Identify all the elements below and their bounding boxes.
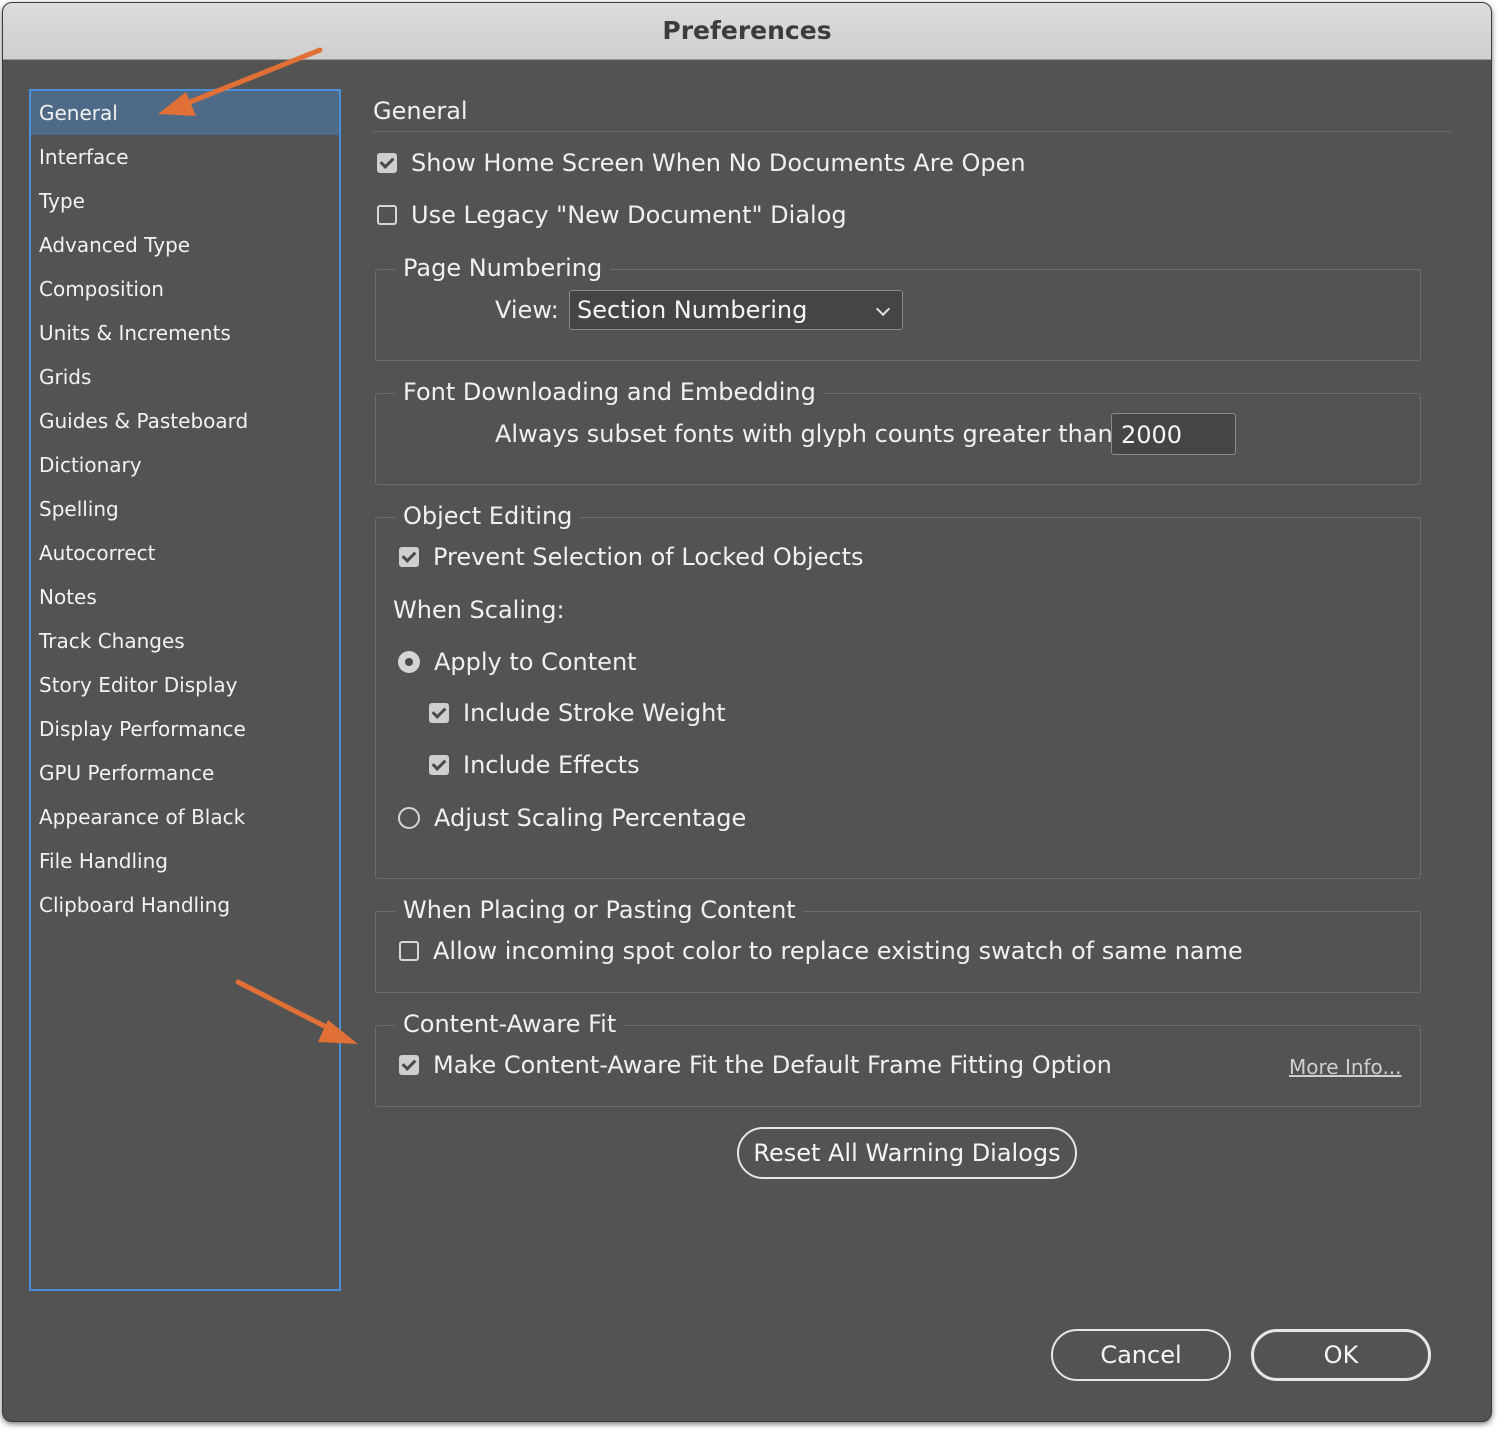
sidebar-item-composition[interactable]: Composition [31,267,339,311]
page-numbering-view-select[interactable]: Section Numbering [569,290,903,330]
title-divider [373,131,1451,132]
spot-color-label[interactable]: Allow incoming spot color to replace exi… [433,937,1243,965]
prevent-selection-checkbox[interactable] [399,547,419,567]
show-home-screen-label[interactable]: Show Home Screen When No Documents Are O… [411,149,1026,177]
sidebar-item-clipboard-handling[interactable]: Clipboard Handling [31,883,339,927]
view-select-value: Section Numbering [577,296,808,324]
apply-to-content-label[interactable]: Apply to Content [434,648,637,676]
preferences-dialog: Preferences General Interface Type Advan… [2,2,1492,1422]
apply-to-content-radio[interactable] [398,651,420,673]
sidebar-item-dictionary[interactable]: Dictionary [31,443,339,487]
sidebar-item-display-performance[interactable]: Display Performance [31,707,339,751]
sidebar-item-autocorrect[interactable]: Autocorrect [31,531,339,575]
object-editing-legend: Object Editing [395,502,581,530]
show-home-screen-checkbox[interactable] [377,153,397,173]
sidebar-item-story-editor-display[interactable]: Story Editor Display [31,663,339,707]
adjust-scaling-radio[interactable] [398,807,420,829]
sidebar-item-appearance-of-black[interactable]: Appearance of Black [31,795,339,839]
title-bar[interactable]: Preferences [3,3,1491,60]
sidebar-item-type[interactable]: Type [31,179,339,223]
cancel-button[interactable]: Cancel [1051,1329,1231,1381]
include-effects-checkbox[interactable] [429,755,449,775]
sidebar-item-units-increments[interactable]: Units & Increments [31,311,339,355]
page-numbering-legend: Page Numbering [395,254,611,282]
prevent-selection-label[interactable]: Prevent Selection of Locked Objects [433,543,864,571]
sidebar-item-spelling[interactable]: Spelling [31,487,339,531]
ok-button[interactable]: OK [1251,1329,1431,1381]
more-info-link[interactable]: More Info... [1289,1055,1402,1079]
include-stroke-label[interactable]: Include Stroke Weight [463,699,726,727]
content-aware-default-label[interactable]: Make Content-Aware Fit the Default Frame… [433,1051,1112,1079]
content-aware-legend: Content-Aware Fit [395,1010,625,1038]
sidebar-item-interface[interactable]: Interface [31,135,339,179]
subset-fonts-label: Always subset fonts with glyph counts gr… [495,420,1121,448]
spot-color-checkbox[interactable] [399,941,419,961]
when-scaling-label: When Scaling: [393,596,565,624]
legacy-dialog-checkbox[interactable] [377,205,397,225]
view-label: View: [495,296,559,324]
font-downloading-legend: Font Downloading and Embedding [395,378,824,406]
content-aware-default-checkbox[interactable] [399,1055,419,1075]
adjust-scaling-label[interactable]: Adjust Scaling Percentage [434,804,746,832]
sidebar-item-general[interactable]: General [31,91,339,135]
sidebar-item-notes[interactable]: Notes [31,575,339,619]
include-effects-label[interactable]: Include Effects [463,751,640,779]
reset-warning-dialogs-button[interactable]: Reset All Warning Dialogs [737,1127,1077,1179]
sidebar-item-grids[interactable]: Grids [31,355,339,399]
sidebar-item-advanced-type[interactable]: Advanced Type [31,223,339,267]
panel-title: General [373,97,468,125]
legacy-dialog-label[interactable]: Use Legacy "New Document" Dialog [411,201,847,229]
placing-pasting-legend: When Placing or Pasting Content [395,896,804,924]
sidebar-item-guides-pasteboard[interactable]: Guides & Pasteboard [31,399,339,443]
dialog-title: Preferences [662,16,832,45]
chevron-down-icon [875,301,891,317]
sidebar-item-track-changes[interactable]: Track Changes [31,619,339,663]
sidebar-item-file-handling[interactable]: File Handling [31,839,339,883]
sidebar-item-gpu-performance[interactable]: GPU Performance [31,751,339,795]
include-stroke-checkbox[interactable] [429,703,449,723]
category-list[interactable]: General Interface Type Advanced Type Com… [29,89,341,1291]
glyph-count-input[interactable]: 2000 [1111,413,1236,455]
